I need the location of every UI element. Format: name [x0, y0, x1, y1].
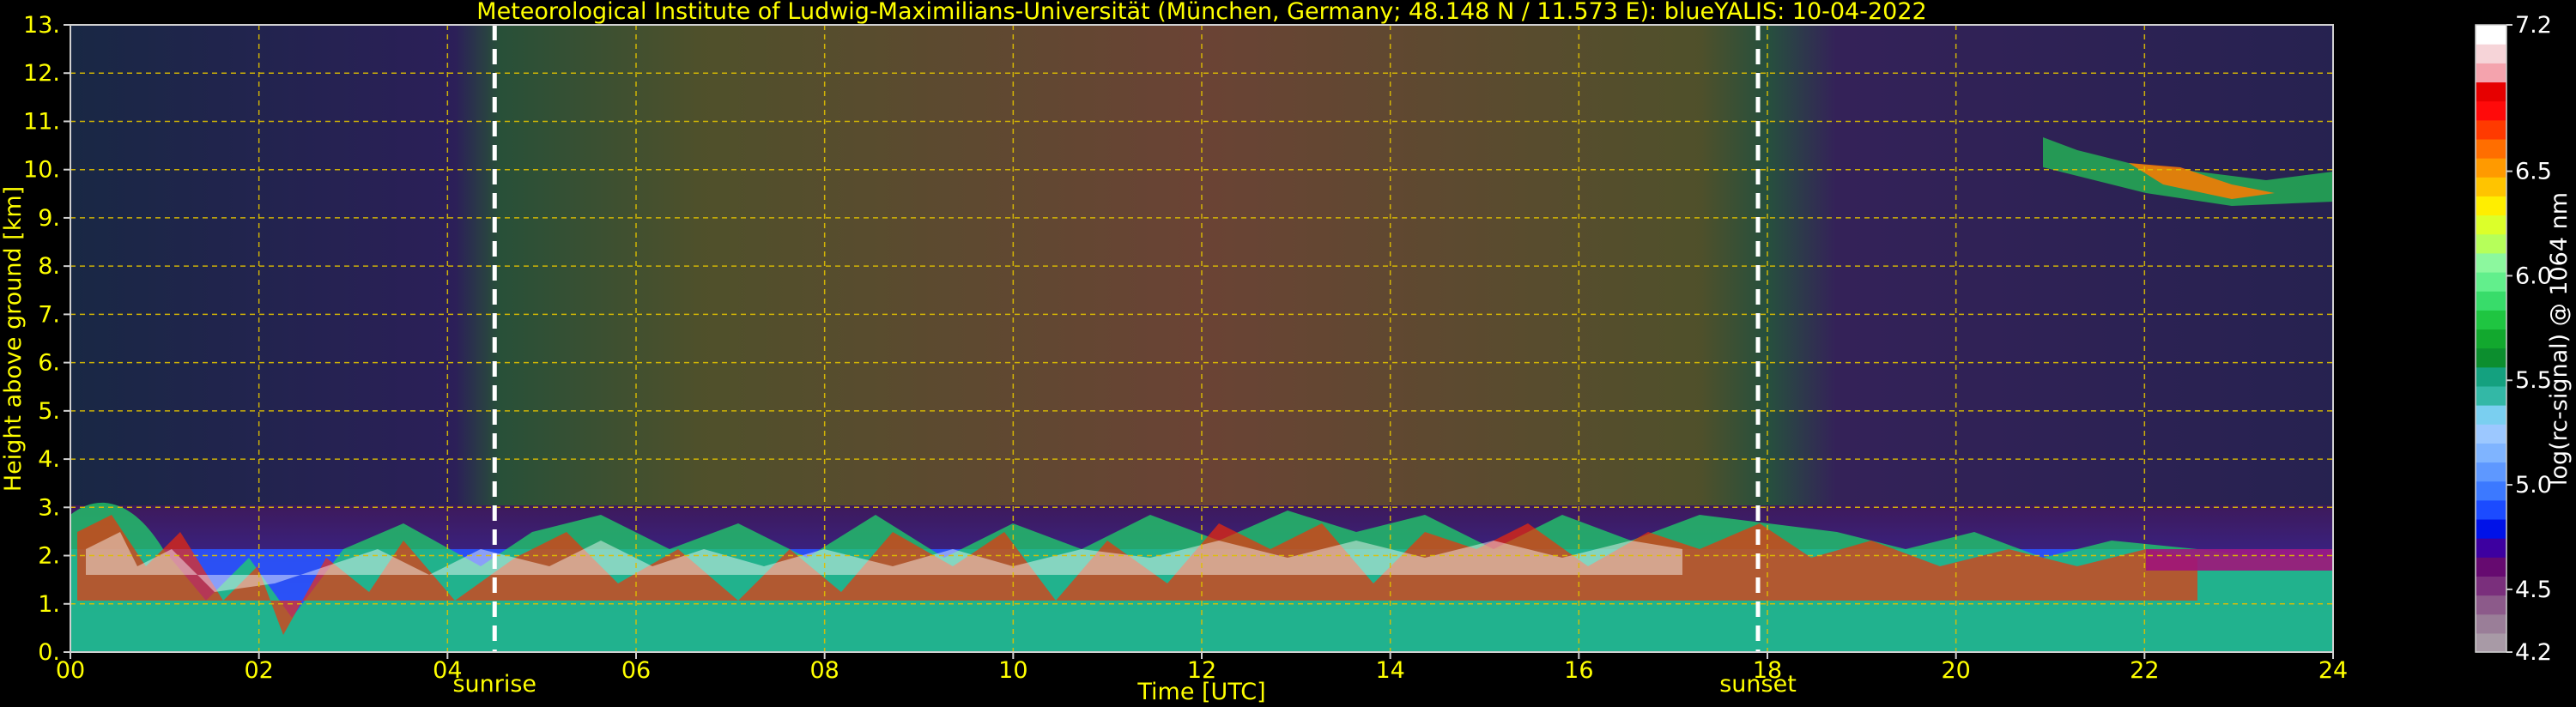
y-tick-label: 7. [38, 301, 60, 328]
y-tick-label: 6. [38, 350, 60, 377]
y-tick-label: 2. [38, 543, 60, 570]
colorbar-segment [2476, 25, 2506, 45]
colorbar-segment [2476, 613, 2506, 634]
x-tick-label: 04 [433, 657, 462, 684]
y-tick-label: 9. [38, 205, 60, 232]
x-tick-label: 10 [998, 657, 1027, 684]
colorbar-segment [2476, 158, 2506, 178]
y-tick-label: 11. [23, 108, 60, 135]
colorbar-tick-label: 4.5 [2515, 577, 2552, 603]
marker-label-sunrise: sunrise [452, 671, 536, 698]
colorbar-segment [2476, 518, 2506, 539]
x-tick-label: 24 [2318, 657, 2348, 684]
colorbar-segment [2476, 385, 2506, 406]
colorbar-tick-label: 6.5 [2515, 159, 2552, 185]
colorbar-segment [2476, 405, 2506, 425]
colorbar-segment [2476, 82, 2506, 102]
y-tick-label: 10. [23, 157, 60, 184]
colorbar-segment [2476, 557, 2506, 577]
colorbar-segment [2476, 499, 2506, 520]
colorbar-segment [2476, 291, 2506, 311]
colorbar-segment [2476, 632, 2506, 653]
colorbar-segment [2476, 252, 2506, 273]
colorbar-tick-label: 4.2 [2515, 639, 2552, 666]
colorbar-label: log(rc-signal) @ 1064 nm [2546, 192, 2573, 486]
x-tick-label: 16 [1564, 657, 1593, 684]
colorbar-segment [2476, 119, 2506, 140]
x-tick-label: 00 [56, 657, 85, 684]
colorbar-segment [2476, 347, 2506, 368]
y-axis-label: Height above ground [km] [0, 186, 27, 492]
y-axis-ticks: 0.1.2.3.4.5.6.7.8.9.10.11.12.13. [23, 12, 70, 666]
colorbar-tick-label: 7.2 [2515, 12, 2552, 39]
colorbar-segment [2476, 576, 2506, 596]
colorbar-ticks: 7.26.56.05.55.04.54.2 [2506, 12, 2552, 666]
colorbar-segment [2476, 138, 2506, 159]
x-tick-label: 22 [2130, 657, 2159, 684]
x-tick-label: 18 [1753, 657, 1782, 684]
colorbar-segment [2476, 215, 2506, 235]
x-tick-label: 06 [621, 657, 651, 684]
colorbar-segment [2476, 480, 2506, 501]
y-tick-label: 1. [38, 591, 60, 618]
colorbar [2475, 24, 2507, 653]
colorbar-segment [2476, 443, 2506, 463]
y-tick-label: 3. [38, 494, 60, 521]
y-tick-label: 12. [23, 60, 60, 87]
colorbar-segment [2476, 424, 2506, 444]
colorbar-segment [2476, 329, 2506, 349]
y-tick-label: 4. [38, 446, 60, 473]
x-tick-label: 20 [1941, 657, 1970, 684]
lidar-quicklook-chart: sunrise sunset 0.1.2.3.4.5.6.7.8.9.10.11.… [0, 0, 2573, 705]
colorbar-segment [2476, 310, 2506, 330]
x-tick-label: 02 [244, 657, 273, 684]
colorbar-segment [2476, 271, 2506, 292]
colorbar-segment [2476, 196, 2506, 216]
colorbar-segment [2476, 44, 2506, 63]
colorbar-segment [2476, 366, 2506, 387]
colorbar-segment [2476, 233, 2506, 254]
colorbar-segment [2476, 63, 2506, 83]
colorbar-segment [2476, 100, 2506, 121]
chart-title: Meteorological Institute of Ludwig-Maxim… [476, 0, 1926, 25]
colorbar-segment [2476, 595, 2506, 615]
colorbar-segment [2476, 177, 2506, 196]
y-tick-label: 13. [23, 12, 60, 39]
x-axis-label: Time [UTC] [1136, 679, 1265, 705]
y-tick-label: 8. [38, 253, 60, 280]
colorbar-segment [2476, 538, 2506, 558]
colorbar-segment [2476, 462, 2506, 482]
x-tick-label: 14 [1375, 657, 1404, 684]
y-tick-label: 5. [38, 398, 60, 425]
x-tick-label: 08 [809, 657, 839, 684]
